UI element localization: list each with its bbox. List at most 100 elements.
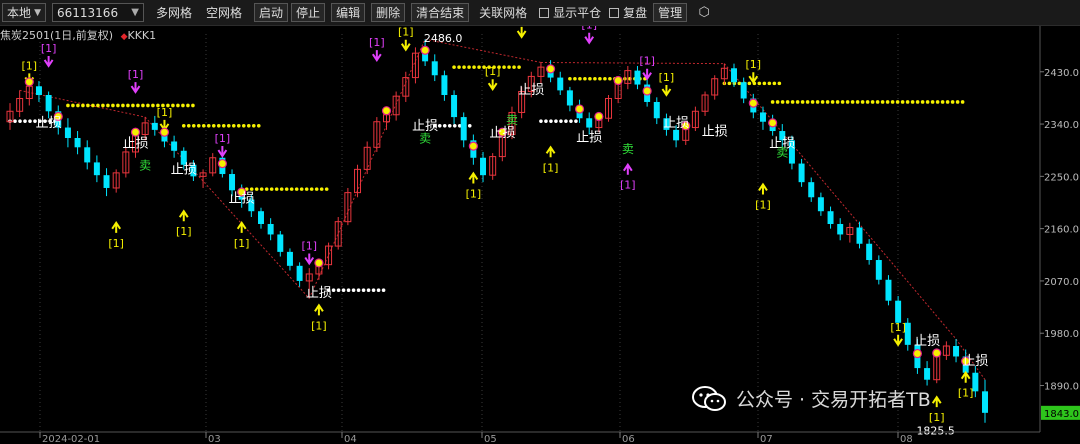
yellow-grid-dot — [249, 187, 254, 191]
signal-label: [1] — [581, 26, 597, 32]
yellow-grid-dot — [767, 81, 772, 86]
yellow-grid-dot — [264, 187, 269, 191]
candle-body-down — [257, 211, 264, 224]
edit-button[interactable]: 编辑 — [331, 3, 366, 22]
yellow-grid-dot — [211, 124, 216, 128]
yellow-grid-dot — [583, 76, 587, 81]
sell-arrow-icon — [217, 146, 228, 158]
market-select[interactable]: 本地 ▼ — [2, 3, 46, 22]
candle-body-down — [267, 223, 274, 235]
entry-bullet-icon — [642, 86, 652, 96]
yellow-grid-dot — [319, 187, 324, 191]
candle-body-down — [586, 118, 593, 128]
entry-bullet-icon — [314, 258, 324, 268]
candle-body-down — [45, 95, 52, 112]
sell-arrow-icon — [748, 72, 759, 85]
stop-loss-label: 止损 — [229, 191, 255, 206]
yellow-grid-dot — [805, 100, 810, 104]
yellow-grid-dot — [573, 76, 577, 81]
candle-body-down — [229, 174, 236, 191]
yellow-grid-dot — [512, 65, 516, 69]
yellow-grid-dot — [241, 124, 246, 128]
entry-bullet-icon — [159, 127, 170, 137]
yellow-grid-dot — [780, 100, 785, 104]
yellow-grid-dot — [216, 124, 221, 128]
short-grid-button[interactable]: 空网格 — [202, 3, 246, 22]
yellow-grid-dot — [151, 103, 155, 108]
yellow-grid-dot — [835, 100, 840, 104]
linked-grid-label: 关联网格 — [479, 6, 528, 20]
wechat-icon — [692, 385, 726, 411]
yellow-grid-dot — [254, 187, 259, 191]
candle-body-down — [566, 90, 573, 106]
short-grid-label: 空网格 — [206, 6, 243, 20]
yellow-grid-dot — [462, 65, 466, 69]
yellow-grid-dot — [935, 100, 940, 104]
yellow-grid-dot — [910, 100, 915, 104]
signal-label: [1] — [398, 26, 414, 39]
yellow-grid-dot — [289, 187, 294, 191]
delete-button[interactable]: 删除 — [371, 3, 406, 22]
yellow-grid-dot — [452, 65, 456, 69]
price-chart[interactable]: [1] [1] [1] [1] [1] [1] [1] [1] [1] [1] [1] [1] [1] [… — [0, 26, 1080, 444]
yellow-grid-dot — [477, 65, 481, 69]
yellow-grid-dot — [955, 100, 960, 104]
yellow-grid-dot — [121, 103, 125, 108]
signal-label: [1] — [929, 411, 945, 424]
sell-label: 卖 — [419, 132, 431, 146]
candle-body-down — [557, 77, 564, 91]
time-tick-label: 05 — [484, 434, 497, 444]
yellow-grid-dot — [274, 187, 279, 191]
hexagon-gear-icon[interactable]: ⬡ — [695, 4, 713, 22]
yellow-grid-dot — [777, 81, 782, 86]
buy-arrow-icon — [111, 221, 122, 233]
yellow-grid-dot — [810, 100, 815, 104]
sell-arrow-icon — [43, 55, 54, 68]
start-button[interactable]: 启动 — [254, 3, 289, 22]
signal-label: [1] — [746, 58, 762, 71]
yellow-grid-dot — [284, 187, 289, 191]
white-grid-dot — [467, 124, 472, 128]
white-grid-dot — [371, 288, 376, 293]
long-grid-label: 多网格 — [156, 6, 193, 20]
buy-arrow-icon — [468, 171, 479, 184]
market-select-label: 本地 — [7, 6, 32, 20]
white-grid-dot — [569, 119, 573, 123]
yellow-grid-dot — [256, 124, 261, 128]
close-finish-button[interactable]: 清合结束 — [411, 3, 470, 22]
low-price-label: 1825.5 — [916, 425, 955, 438]
entry-bullet-icon — [594, 111, 604, 122]
price-tick-label: 2340.0 — [1044, 120, 1079, 131]
yellow-grid-dot — [96, 103, 100, 108]
white-grid-dot — [336, 288, 341, 293]
manage-button[interactable]: 管理 — [653, 3, 688, 22]
white-grid-dot — [539, 119, 543, 123]
chevron-down-icon: ▼ — [131, 7, 139, 18]
stop-button[interactable]: 停止 — [291, 3, 326, 22]
yellow-grid-dot — [304, 187, 309, 191]
yellow-grid-dot — [141, 103, 145, 108]
time-tick-label: 08 — [900, 434, 913, 444]
yellow-grid-dot — [747, 81, 752, 86]
yellow-grid-dot — [865, 100, 870, 104]
account-input[interactable]: 66113166 ▼ — [52, 3, 144, 22]
long-grid-button[interactable]: 多网格 — [152, 3, 196, 22]
linked-grid-button[interactable]: 关联网格 — [475, 3, 531, 22]
white-grid-dot — [341, 288, 346, 293]
watermark: 公众号 · 交易开拓者TB — [692, 385, 931, 412]
white-grid-dot — [574, 119, 578, 123]
candle-body-down — [885, 279, 892, 301]
white-grid-dot — [554, 119, 558, 123]
sell-arrow-icon — [400, 39, 411, 52]
stop-loss-label: 止损 — [518, 83, 544, 98]
yellow-grid-dot — [830, 100, 835, 104]
sell-arrow-icon — [584, 32, 595, 45]
time-tick-label: 06 — [622, 434, 635, 444]
yellow-grid-dot — [925, 100, 930, 104]
replay-checkbox[interactable]: 复盘 — [609, 4, 647, 21]
yellow-grid-dot — [294, 187, 299, 191]
stop-loss-label: 止损 — [576, 130, 602, 145]
candle-body-down — [74, 138, 81, 148]
show-close-checkbox[interactable]: 显示平仓 — [539, 4, 601, 21]
yellow-grid-dot — [181, 103, 185, 108]
